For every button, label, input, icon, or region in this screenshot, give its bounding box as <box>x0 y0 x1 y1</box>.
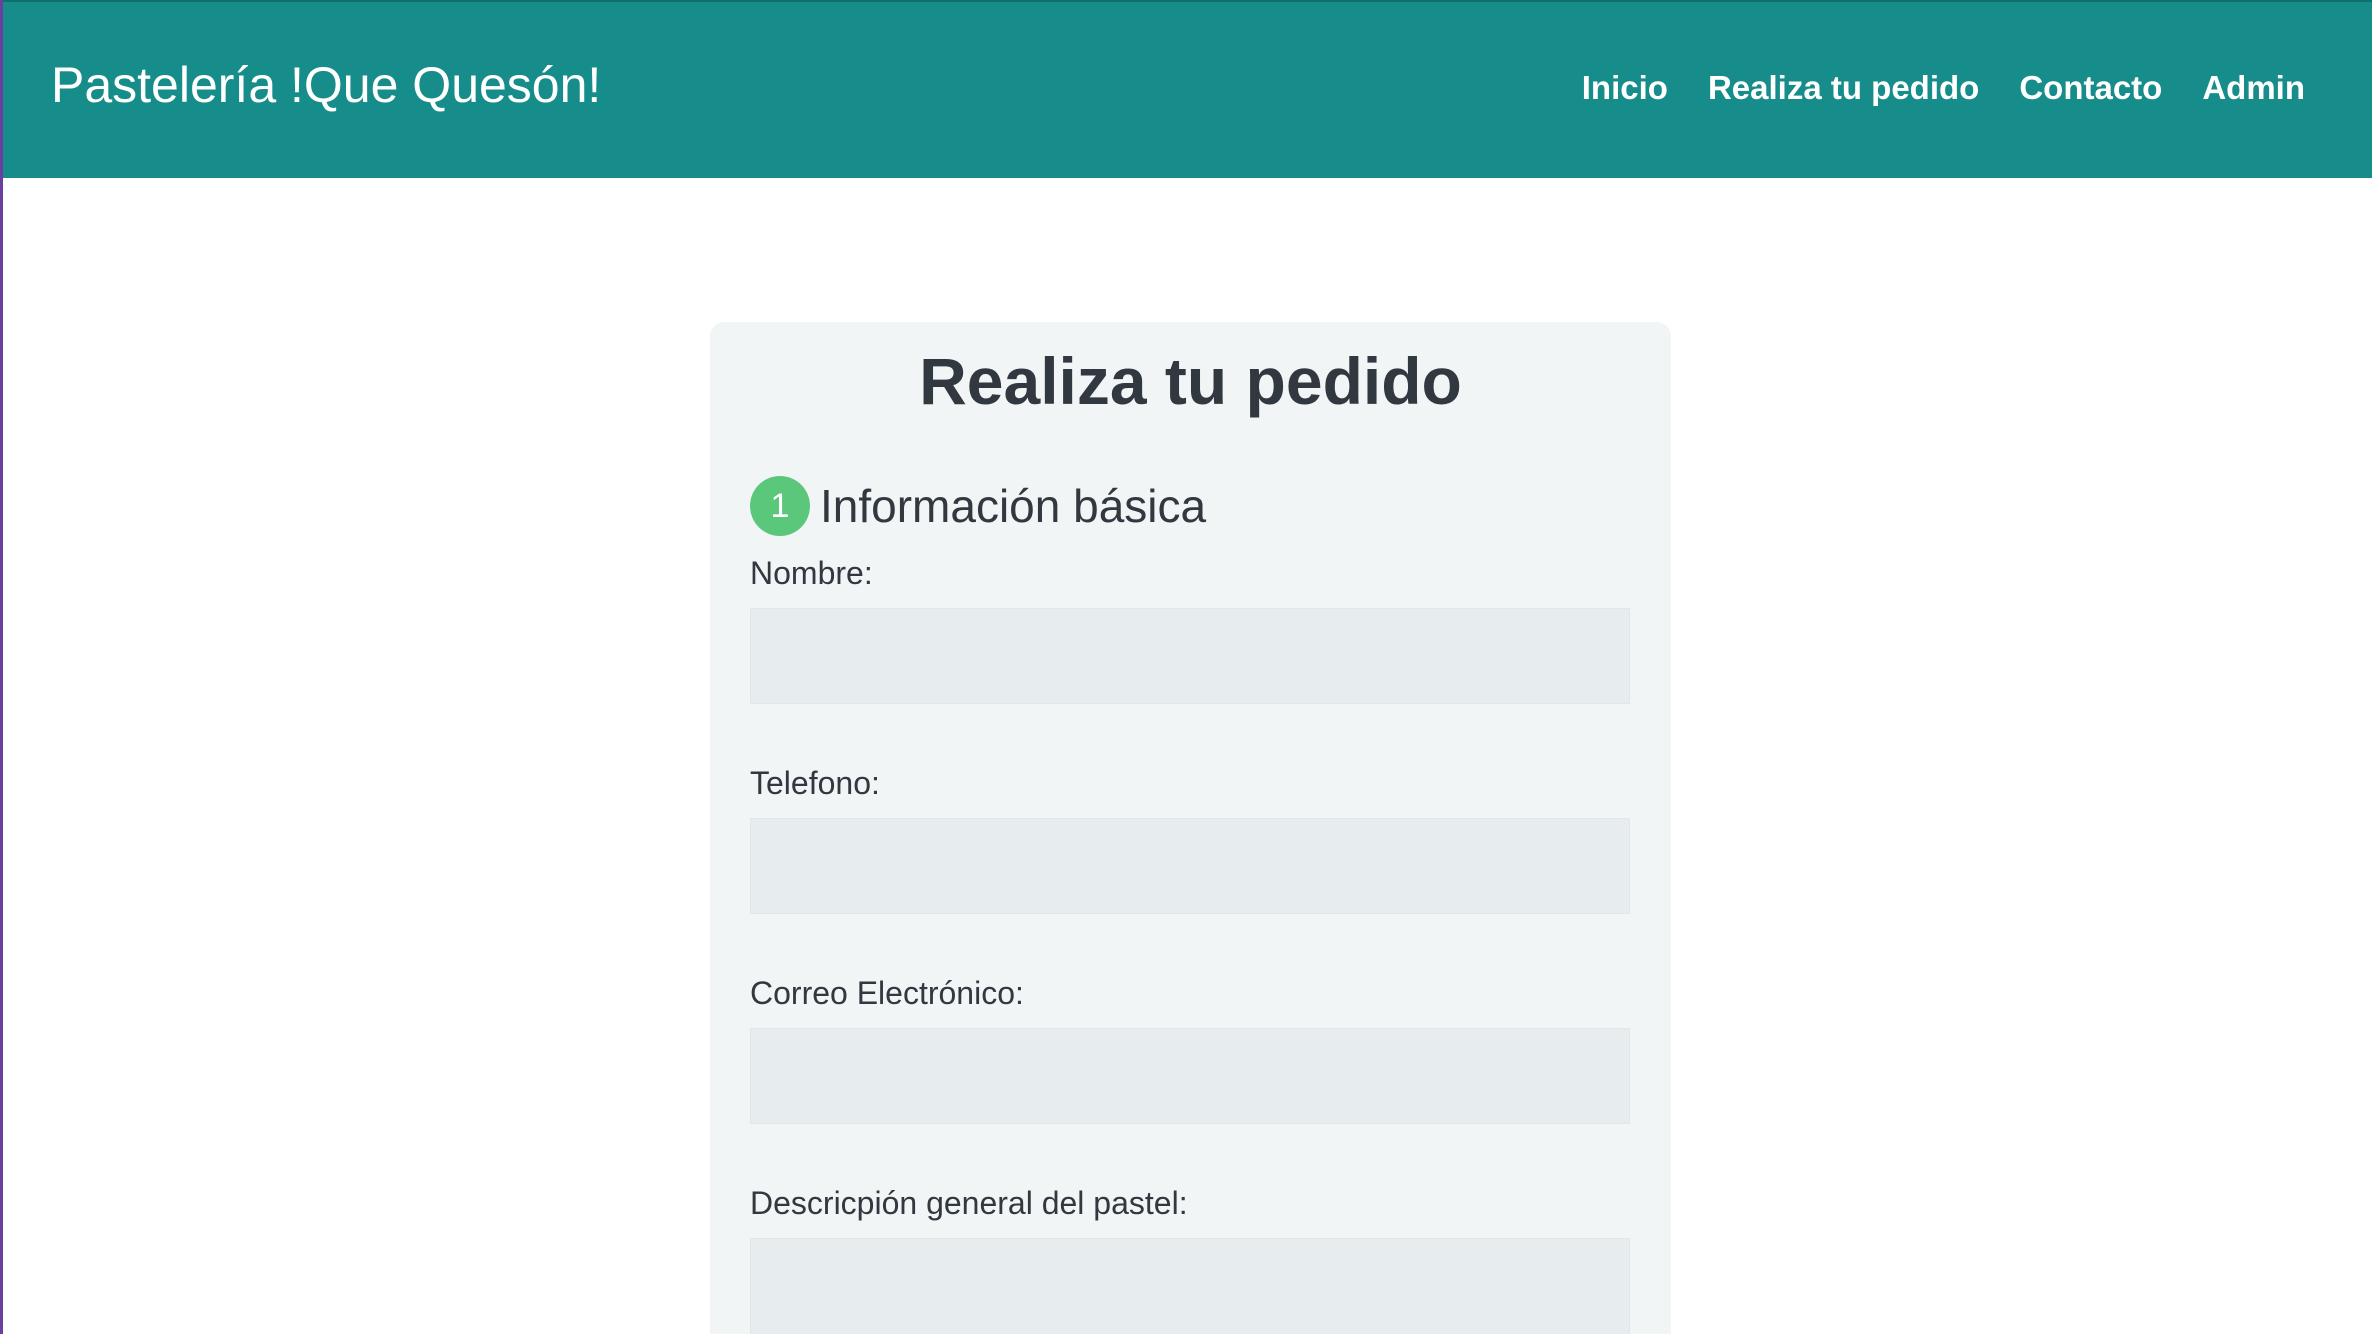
nav-link-realiza-pedido[interactable]: Realiza tu pedido <box>1708 69 1979 106</box>
nombre-input[interactable] <box>750 608 1630 704</box>
order-form-card: Realiza tu pedido 1 Información básica N… <box>710 322 1671 1334</box>
page-title: Realiza tu pedido <box>919 344 1462 418</box>
correo-label: Correo Electrónico: <box>750 975 1024 1011</box>
telefono-label: Telefono: <box>750 765 880 801</box>
nav-links: Inicio Realiza tu pedido Contacto Admin <box>1582 69 2305 106</box>
navbar: Pastelería !Que Quesón! Inicio Realiza t… <box>3 0 2372 178</box>
descripcion-textarea[interactable] <box>750 1238 1630 1334</box>
telefono-input[interactable] <box>750 818 1630 914</box>
page: Pastelería !Que Quesón! Inicio Realiza t… <box>0 0 2372 1334</box>
step-number-badge: 1 <box>750 476 810 536</box>
nombre-label: Nombre: <box>750 555 873 591</box>
descripcion-label: Descricpión general del pastel: <box>750 1185 1188 1221</box>
step-header: 1 Información básica <box>750 476 1206 536</box>
correo-input[interactable] <box>750 1028 1630 1124</box>
nav-link-admin[interactable]: Admin <box>2202 69 2305 106</box>
brand-logo-text[interactable]: Pastelería !Que Quesón! <box>51 58 601 113</box>
nav-link-contacto[interactable]: Contacto <box>2019 69 2162 106</box>
step-title: Información básica <box>820 479 1207 532</box>
nav-link-inicio[interactable]: Inicio <box>1582 69 1668 106</box>
